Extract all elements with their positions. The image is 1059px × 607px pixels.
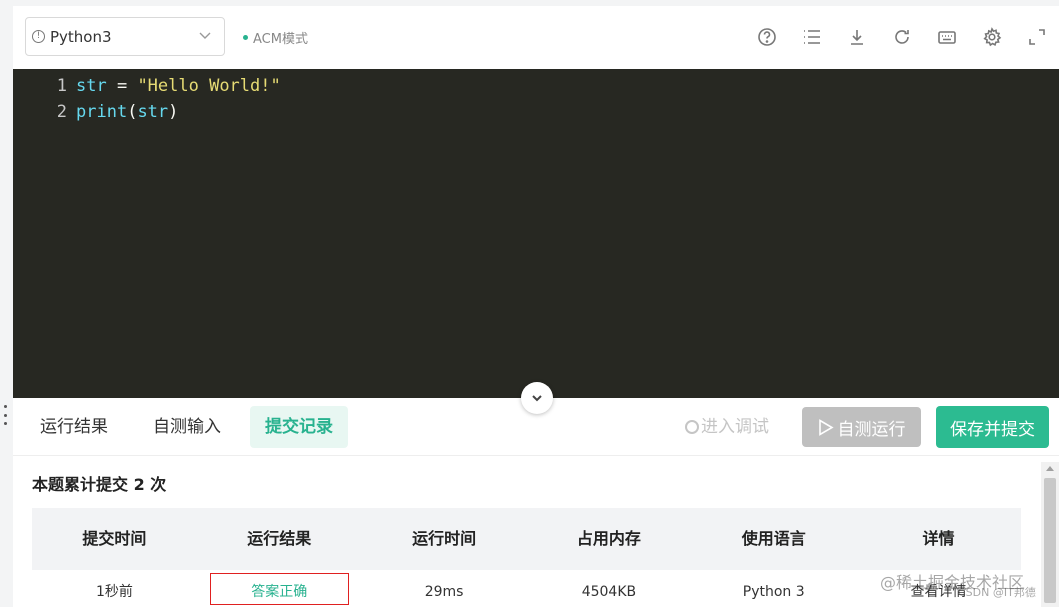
submission-summary: 本题累计提交 2 次 [32, 475, 167, 494]
toolbar-icons [734, 26, 1049, 48]
line-number: 2 [56, 102, 67, 122]
drag-dot [3, 405, 7, 408]
editor-toolbar: ! Python3 ACM模式 [13, 6, 1059, 69]
code-line: 2 print(str) [13, 99, 179, 125]
drag-handle[interactable] [2, 405, 8, 425]
highlight-box [209, 573, 349, 605]
language-label: Python3 [50, 27, 112, 46]
chevron-down-icon [532, 395, 542, 402]
submission-table: 提交时间 运行结果 运行时间 占用内存 使用语言 详情 1秒前 答案正确 29m… [32, 508, 1021, 607]
code-token: print [76, 102, 128, 122]
column-header: 详情 [922, 529, 955, 548]
code-text: print(str) [76, 99, 178, 125]
collapse-panel-button[interactable] [521, 382, 553, 414]
tab-run-result[interactable]: 运行结果 [25, 406, 123, 448]
language-cell: Python 3 [742, 584, 805, 600]
submit-button[interactable]: 保存并提交 [936, 406, 1049, 448]
scroll-up-icon[interactable] [1046, 466, 1054, 471]
settings-icon[interactable] [980, 26, 1004, 48]
watermark-small: CSDN @IT邦德 [958, 586, 1036, 599]
line-number: 1 [56, 76, 67, 96]
run-label: 自测运行 [837, 419, 906, 440]
acm-mode-label: ACM模式 [253, 32, 308, 47]
list-icon[interactable] [800, 26, 824, 48]
column-header: 占用内存 [576, 529, 641, 548]
drag-dot [3, 422, 7, 425]
debug-label: 进入调试 [701, 417, 769, 437]
column-header: 使用语言 [741, 529, 806, 548]
code-text: str = "Hello World!" [76, 73, 281, 99]
code-token: "Hello World!" [137, 76, 281, 96]
status-dot [243, 35, 248, 40]
chevron-down-icon [199, 32, 211, 39]
submit-time-cell: 1秒前 [95, 584, 133, 600]
column-header: 运行结果 [247, 529, 312, 548]
code-token: = [106, 76, 138, 96]
run-button[interactable]: 自测运行 [802, 407, 921, 447]
acm-mode-indicator: ACM模式 [243, 28, 308, 47]
runtime-cell: 29ms [424, 584, 464, 600]
memory-cell: 4504KB [581, 584, 637, 600]
scrollbar[interactable] [1041, 462, 1059, 607]
app-root: ! Python3 ACM模式 1 str = "Hello World!" 2… [0, 0, 1059, 607]
scrollbar-thumb[interactable] [1044, 478, 1056, 603]
tab-custom-input[interactable]: 自测输入 [138, 406, 236, 448]
bug-icon [685, 420, 699, 434]
code-line: 1 str = "Hello World!" [13, 73, 281, 99]
code-token: str [137, 102, 169, 122]
code-token: ( [127, 102, 138, 122]
code-token: str [76, 76, 107, 96]
debug-button[interactable]: 进入调试 [685, 406, 769, 448]
code-editor[interactable]: 1 str = "Hello World!" 2 print(str) [13, 69, 1059, 398]
language-select[interactable]: ! Python3 [25, 17, 225, 56]
download-icon[interactable] [845, 26, 869, 48]
table-row: 1秒前 答案正确 29ms 4504KB Python 3 查看详情 [32, 570, 1021, 607]
help-icon[interactable] [755, 26, 779, 48]
info-icon: ! [32, 30, 45, 43]
column-header: 运行时间 [412, 529, 477, 548]
table-header: 提交时间 运行结果 运行时间 占用内存 使用语言 详情 [32, 508, 1021, 570]
result-cell: 答案正确 [197, 570, 362, 607]
play-icon [818, 418, 834, 436]
refresh-icon[interactable] [890, 26, 914, 48]
code-token: ) [168, 102, 179, 122]
column-header: 提交时间 [82, 529, 147, 548]
fullscreen-icon[interactable] [1025, 26, 1049, 48]
drag-dot [3, 413, 7, 417]
keyboard-icon[interactable] [935, 26, 959, 48]
tab-submission-history[interactable]: 提交记录 [250, 406, 348, 448]
